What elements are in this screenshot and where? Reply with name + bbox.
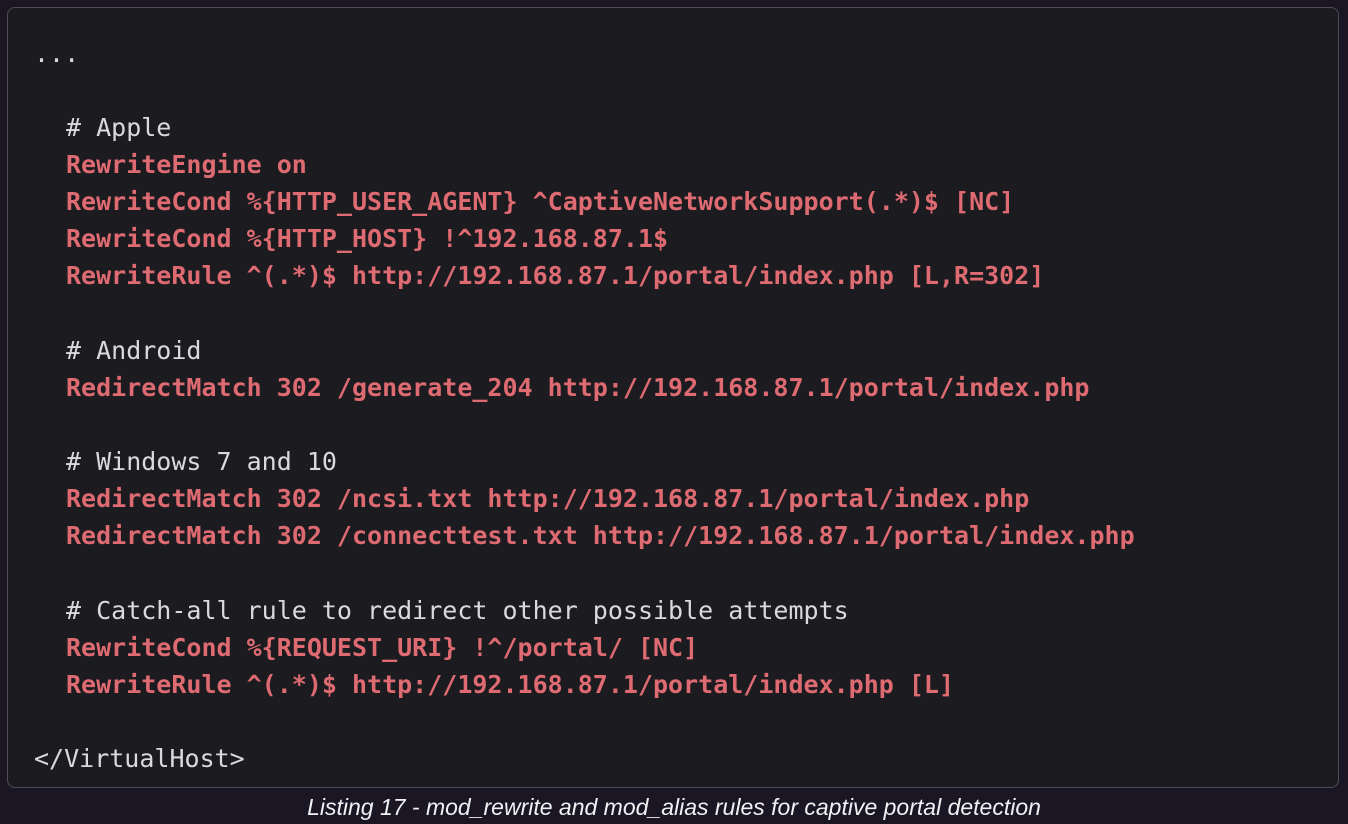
code-comment-android: # Android [66,336,202,365]
code-line-virtualhost-close: </VirtualHost> [34,744,245,773]
code-line-rewrite-cond-host: RewriteCond %{HTTP_HOST} !^192.168.87.1$ [66,224,669,253]
code-line-redirect-generate-204: RedirectMatch 302 /generate_204 http://1… [66,373,1090,402]
code-line-rewrite-cond-user-agent: RewriteCond %{HTTP_USER_AGENT} ^CaptiveN… [66,187,1015,216]
code-line-redirect-connecttest: RedirectMatch 302 /connecttest.txt http:… [66,521,1135,550]
code-listing-block: ... # Apple RewriteEngine on RewriteCond… [7,7,1339,788]
code-line-ellipsis: ... [34,39,80,68]
code-line-rewrite-rule-apple: RewriteRule ^(.*)$ http://192.168.87.1/p… [66,261,1045,290]
code-comment-catch-all: # Catch-all rule to redirect other possi… [66,596,849,625]
code-comment-apple: # Apple [66,113,172,142]
listing-caption: Listing 17 - mod_rewrite and mod_alias r… [307,794,1041,820]
code-line-rewrite-rule-catch-all: RewriteRule ^(.*)$ http://192.168.87.1/p… [66,670,955,699]
code-comment-windows: # Windows 7 and 10 [66,447,337,476]
code-line-rewrite-engine: RewriteEngine on [66,150,307,179]
code-line-redirect-ncsi: RedirectMatch 302 /ncsi.txt http://192.1… [66,484,1030,513]
code-line-rewrite-cond-request-uri: RewriteCond %{REQUEST_URI} !^/portal/ [N… [66,633,699,662]
